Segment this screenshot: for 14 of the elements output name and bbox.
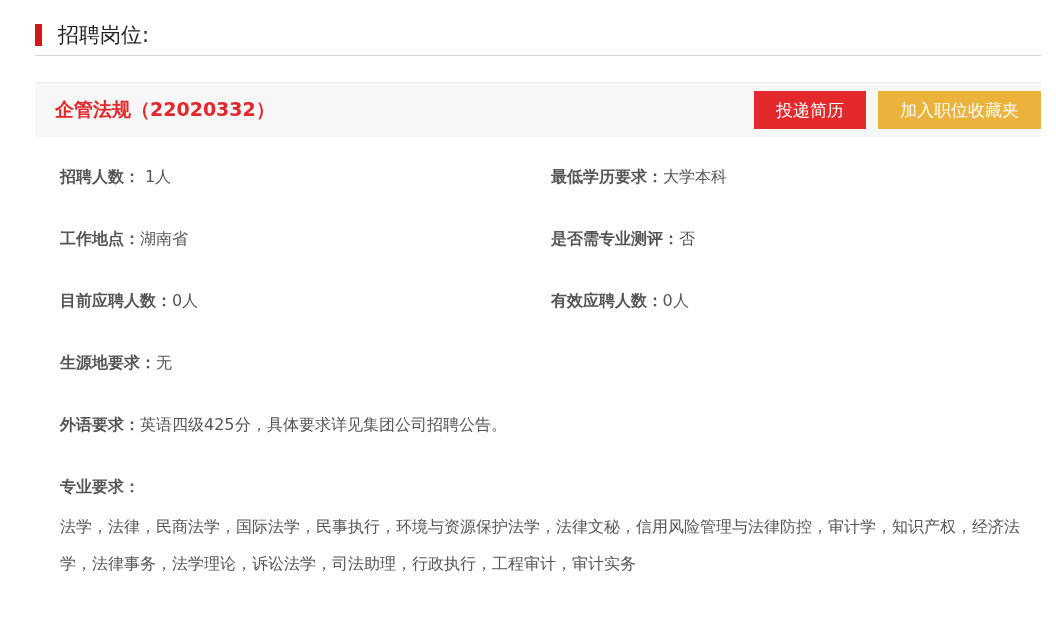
accent-bar [35,24,42,46]
detail-field: 目前应聘人数：0人 [60,291,551,353]
detail-field: 工作地点：湖南省 [60,229,551,291]
major-label: 专业要求： [60,477,141,498]
submit-resume-button[interactable]: 投递简历 [754,91,866,129]
detail-field: 生源地要求：无 [60,353,1020,415]
detail-field: 有效应聘人数：0人 [550,291,1041,353]
detail-field: 最低学历要求：大学本科 [550,167,1041,229]
detail-field: 是否需专业测评：否 [550,229,1041,291]
detail-field: 招聘人数： 1人 [60,167,551,229]
detail-field: 外语要求：英语四级425分，具体要求详见集团公司招聘公告。 [60,415,1020,477]
position-title: 企管法规（22020332） [55,97,275,122]
section-title: 招聘岗位: [58,22,150,49]
major-list: 法学，法律，民商法学，国际法学，民事执行，环境与资源保护法学，法律文秘，信用风险管理与法律防控，审计学，知识产权，经济法学，法律事务，法学理论，诉讼法学，司法助理，行政执行，工程审计，审计实务 [60,508,1020,582]
